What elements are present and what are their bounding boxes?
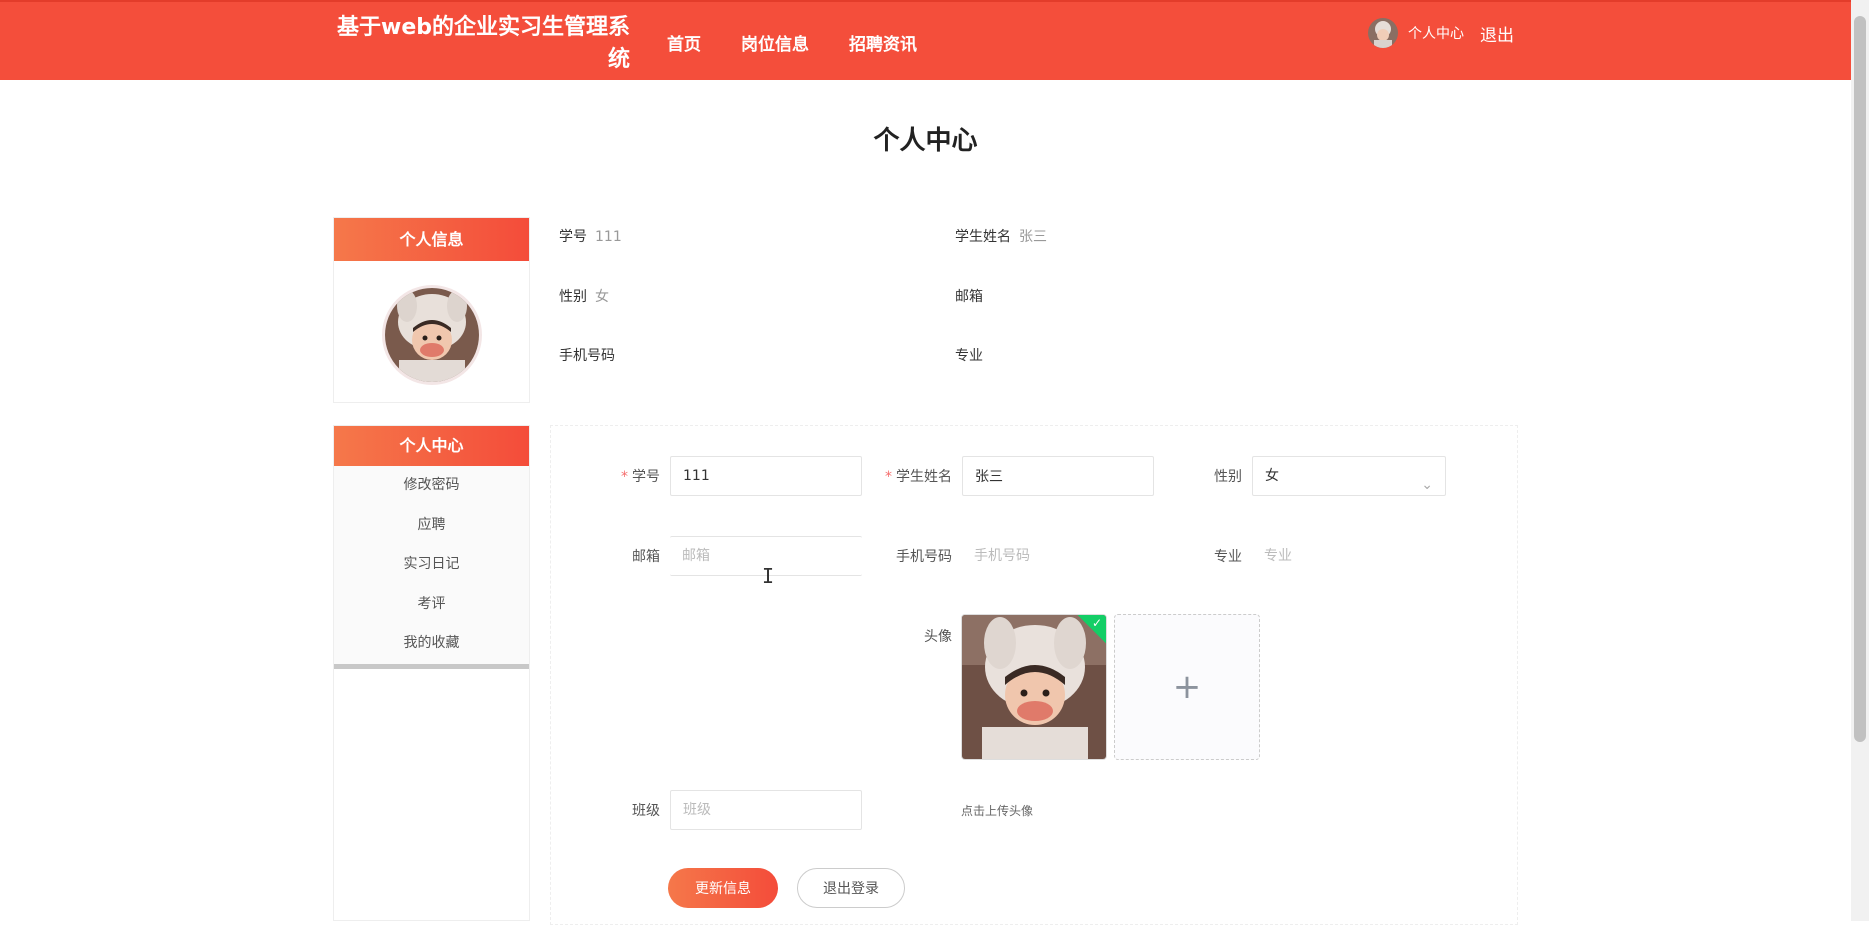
- logout-link[interactable]: 退出: [1480, 21, 1514, 46]
- gender-select[interactable]: 女 ⌄: [1252, 456, 1446, 496]
- info-email-label: 邮箱: [955, 289, 983, 305]
- user-avatar[interactable]: [1368, 18, 1398, 48]
- nav-item-jobs[interactable]: 岗位信息: [741, 30, 809, 55]
- nav-item-recruit-news[interactable]: 招聘资讯: [849, 30, 917, 55]
- update-info-button[interactable]: 更新信息: [668, 868, 778, 908]
- student-id-label: * 学号: [621, 469, 660, 485]
- info-gender: 性别女: [559, 286, 609, 306]
- info-name: 学生姓名 张三: [955, 226, 1047, 246]
- ibeam-cursor-icon: I: [762, 564, 775, 588]
- avatar-label: 头像: [924, 629, 952, 645]
- check-icon: ✓: [1091, 616, 1102, 630]
- user-center-link[interactable]: 个人中心: [1408, 23, 1464, 43]
- info-phone: 手机号码: [559, 345, 623, 365]
- class-input[interactable]: [670, 790, 862, 830]
- class-label: 班级: [632, 803, 660, 819]
- student-name-input[interactable]: [962, 456, 1154, 496]
- menu-item-change-password[interactable]: 修改密码: [334, 466, 529, 506]
- info-name-label: 学生姓名: [955, 229, 1011, 245]
- info-student-id: 学号 111: [559, 226, 622, 246]
- site-title[interactable]: 基于web的企业实习生管理系统: [335, 12, 630, 76]
- side-menu: 个人中心 修改密码 应聘 实习日记 考评 我的收藏: [333, 425, 530, 921]
- profile-card: 个人信息: [333, 217, 530, 403]
- info-student-id-label: 学号: [559, 229, 587, 245]
- avatar-upload-button[interactable]: +: [1114, 614, 1260, 760]
- student-name-label: * 学生姓名: [885, 469, 952, 485]
- info-gender-value: 女: [595, 289, 609, 305]
- student-id-input[interactable]: [670, 456, 862, 496]
- info-email: 邮箱: [955, 286, 991, 306]
- gender-label: 性别: [1214, 469, 1242, 485]
- logout-account-button[interactable]: 退出登录: [797, 868, 905, 908]
- menu-list: 修改密码 应聘 实习日记 考评 我的收藏: [334, 466, 529, 669]
- gender-select-value: 女: [1265, 468, 1279, 484]
- scrollbar-thumb[interactable]: [1854, 16, 1866, 742]
- phone-label: 手机号码: [896, 549, 952, 565]
- user-area: 个人中心 退出: [1368, 18, 1514, 48]
- plus-icon: +: [1172, 667, 1202, 707]
- info-gender-label: 性别: [559, 289, 587, 305]
- top-navbar: 基于web的企业实习生管理系统 首页 岗位信息 招聘资讯 个人中心 退出: [0, 0, 1851, 80]
- vertical-scrollbar[interactable]: [1851, 0, 1869, 921]
- info-major: 专业: [955, 345, 991, 365]
- menu-item-user-center[interactable]: 个人中心: [334, 426, 529, 466]
- profile-avatar: [385, 288, 479, 382]
- info-phone-label: 手机号码: [559, 348, 615, 364]
- menu-item-evaluation[interactable]: 考评: [334, 585, 529, 625]
- page-title: 个人中心: [873, 126, 978, 156]
- major-input[interactable]: [1252, 536, 1446, 576]
- main-nav: 首页 岗位信息 招聘资讯: [667, 30, 957, 55]
- phone-input[interactable]: [962, 536, 1154, 576]
- info-name-value: 张三: [1019, 229, 1047, 245]
- email-label: 邮箱: [632, 549, 660, 565]
- nav-item-home[interactable]: 首页: [667, 30, 701, 55]
- info-major-label: 专业: [955, 348, 983, 364]
- avatar-preview[interactable]: ✓: [961, 614, 1107, 760]
- chevron-down-icon: ⌄: [1421, 477, 1433, 493]
- info-student-id-value: 111: [595, 229, 622, 245]
- avatar-upload-tip: 点击上传头像: [961, 804, 1034, 818]
- profile-card-title: 个人信息: [334, 218, 529, 261]
- menu-item-internship-diary[interactable]: 实习日记: [334, 545, 529, 585]
- menu-item-applications[interactable]: 应聘: [334, 506, 529, 546]
- menu-item-favorites[interactable]: 我的收藏: [334, 624, 529, 664]
- major-label: 专业: [1214, 549, 1242, 565]
